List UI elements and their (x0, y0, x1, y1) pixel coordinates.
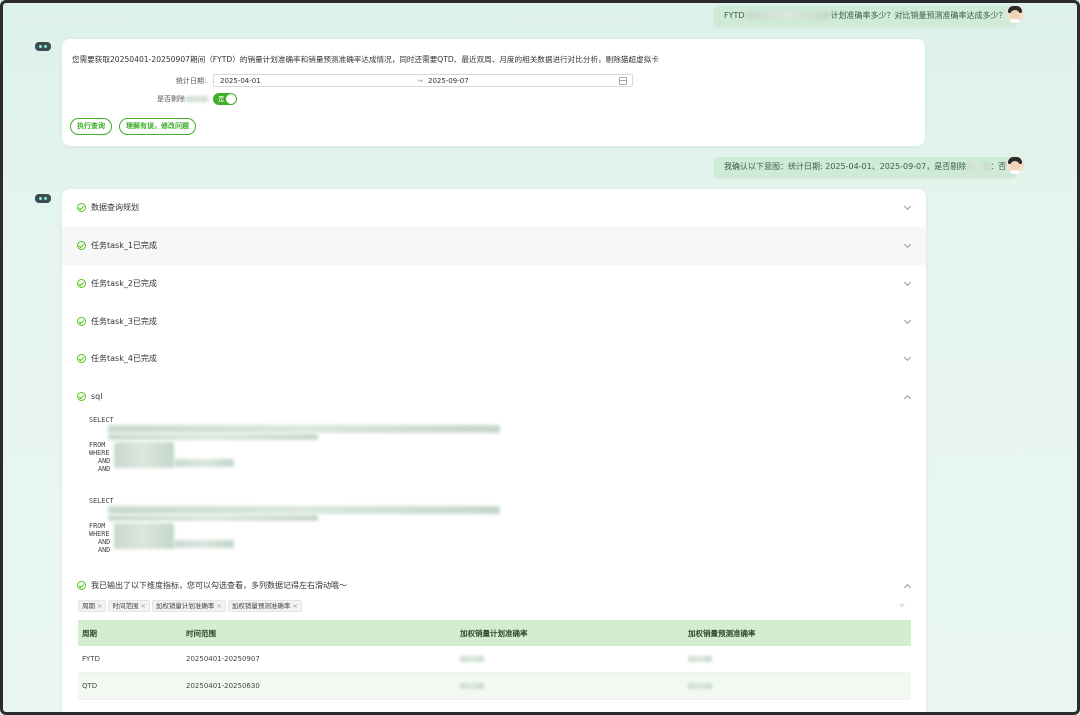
redacted-value (688, 656, 712, 662)
table-header-cell[interactable]: 时间范围 (182, 620, 456, 646)
table-row: QTD 20250401-20250630 (78, 672, 911, 700)
table-cell: FYTD (78, 646, 182, 673)
sql-keyword: SELECT (89, 497, 114, 505)
sql-keyword: AND (98, 546, 111, 554)
chevron-down-icon[interactable] (903, 240, 912, 249)
table-cell (456, 672, 684, 700)
table-cell: QTD (78, 672, 182, 700)
section-title: 任务task_1已完成 (91, 241, 157, 250)
sql-keyword: SELECT (89, 416, 114, 424)
table-row: FYTD 20250401-20250907 (78, 646, 911, 673)
check-circle-icon (77, 317, 86, 326)
check-circle-icon (77, 241, 86, 250)
table-cell (684, 672, 911, 700)
check-circle-icon (77, 581, 86, 590)
section-query-plan[interactable]: 数据查询规划 (62, 189, 926, 227)
intent-summary-text: 您需要获取20250401-20250907期间（FYTD）的销量计划准确率和销… (72, 55, 659, 64)
section-title: 任务task_2已完成 (91, 279, 157, 288)
chevron-down-icon[interactable] (903, 316, 912, 325)
redacted-value (460, 683, 484, 689)
user-message-2-prefix: 我确认以下意图：统计日期: 2025-04-01、2025-09-07，是否剔除 (724, 162, 967, 171)
toggle-label: 是否剔除 (157, 94, 208, 104)
user-message-2-suffix: ：否 (990, 162, 1007, 171)
check-circle-icon (77, 392, 86, 401)
redacted-code (108, 506, 500, 514)
sql-keyword: AND (98, 465, 111, 473)
redacted-text (186, 96, 208, 102)
toggle-knob (226, 94, 236, 104)
redacted-code (108, 434, 318, 440)
check-circle-icon (77, 279, 86, 288)
section-title: 任务task_4已完成 (91, 354, 157, 363)
tag-close-icon[interactable]: × (140, 602, 145, 610)
user-message-2: 我确认以下意图：统计日期: 2025-04-01、2025-09-07，是否剔除… (714, 157, 1017, 178)
date-end[interactable]: 2025-09-07 (428, 76, 469, 86)
tag-close-icon[interactable]: × (216, 602, 221, 610)
table-cell (684, 646, 911, 673)
check-circle-icon (77, 354, 86, 363)
metric-tag-select[interactable]: 周期 × 时间范围 × 加权销量计划准确率 × 加权销量预测准确率 × (78, 600, 910, 614)
chevron-up-icon[interactable] (903, 394, 912, 403)
section-task-1[interactable]: 任务task_1已完成 (62, 227, 926, 265)
tag-close-icon[interactable]: × (292, 602, 297, 610)
bot-avatar-icon (34, 41, 52, 53)
date-label: 统计日期: (176, 77, 207, 85)
redacted-code (174, 540, 234, 548)
metric-tag[interactable]: 周期 × (78, 600, 107, 612)
section-task-2[interactable]: 任务task_2已完成 (62, 265, 926, 303)
user-avatar-icon (1006, 5, 1024, 23)
modify-question-button[interactable]: 理解有误，修改问题 (119, 118, 196, 135)
metrics-table: 周期 时间范围 加权销量计划准确率 加权销量预测准确率 FYTD 2025040… (78, 620, 911, 700)
table-cell: 20250401-20250630 (182, 672, 456, 700)
date-range-picker[interactable]: 2025-04-01 → 2025-09-07 (213, 74, 633, 87)
redacted-code (108, 515, 318, 521)
chevron-down-icon[interactable] (903, 202, 912, 211)
chevron-down-icon[interactable] (903, 353, 912, 362)
redacted-code (108, 425, 500, 433)
calendar-icon[interactable] (619, 77, 627, 85)
check-circle-icon (77, 203, 86, 212)
redacted-value (688, 683, 712, 689)
redacted-value (460, 656, 484, 662)
exclude-toggle[interactable]: 是 (213, 93, 237, 105)
section-title: 数据查询规划 (91, 203, 139, 212)
tag-close-icon[interactable]: × (97, 602, 102, 610)
bot-avatar-icon (34, 193, 52, 205)
intent-confirm-card: 您需要获取20250401-20250907期间（FYTD）的销量计划准确率和销… (62, 39, 925, 146)
execute-query-button[interactable]: 执行查询 (70, 118, 112, 135)
table-header-row: 周期 时间范围 加权销量计划准确率 加权销量预测准确率 (78, 620, 911, 646)
section-task-4[interactable]: 任务task_4已完成 (62, 340, 926, 378)
table-header-cell[interactable]: 加权销量计划准确率 (456, 620, 684, 646)
chevron-up-icon[interactable] (903, 583, 912, 592)
metric-tag[interactable]: 加权销量计划准确率 × (151, 600, 226, 612)
section-task-3[interactable]: 任务task_3已完成 (62, 303, 926, 341)
redacted-text (967, 163, 990, 170)
metric-tag[interactable]: 时间范围 × (108, 600, 150, 612)
metric-tag[interactable]: 加权销量预测准确率 × (227, 600, 302, 612)
section-sql[interactable]: sql (62, 378, 926, 416)
table-header-cell[interactable]: 周期 (78, 620, 182, 646)
section-title: 任务task_3已完成 (91, 317, 157, 326)
redacted-code (114, 523, 174, 549)
toggle-value: 是 (218, 95, 225, 103)
user-message-1-suffix: 计划准确率多少？对比销量预测准确率达成多少？ (830, 11, 1007, 20)
user-message-1-prefix: FYTD (724, 11, 745, 20)
table-cell (456, 646, 684, 673)
redacted-text (745, 12, 830, 19)
chevron-down-icon[interactable] (899, 601, 905, 607)
date-start[interactable]: 2025-04-01 (220, 76, 261, 86)
chevron-down-icon[interactable] (903, 278, 912, 287)
section-title: sql (91, 392, 103, 401)
table-header-cell[interactable]: 加权销量预测准确率 (684, 620, 911, 646)
table-cell: 20250401-20250907 (182, 646, 456, 673)
user-avatar-icon (1006, 156, 1024, 174)
redacted-code (174, 459, 234, 467)
query-result-card: 数据查询规划 任务task_1已完成 任务task_2已完成 任务task_3已… (62, 189, 926, 715)
user-message-1: FYTD 计划准确率多少？对比销量预测准确率达成多少？ (714, 6, 1017, 27)
date-separator: → (417, 77, 423, 85)
redacted-code (114, 442, 174, 468)
